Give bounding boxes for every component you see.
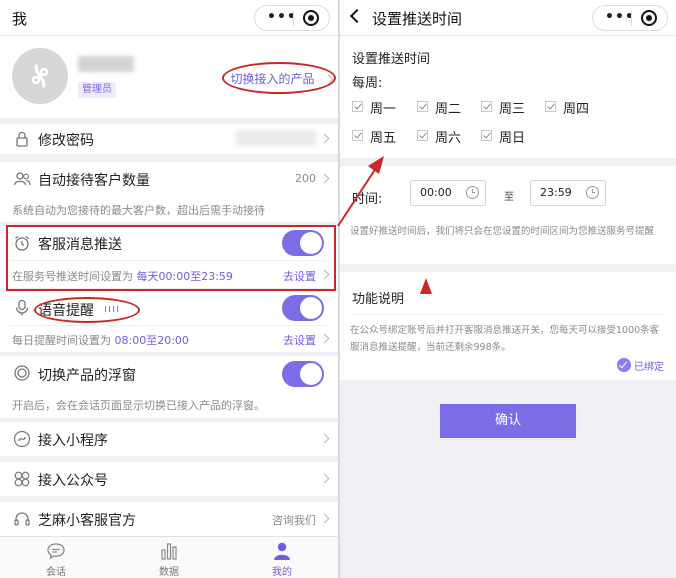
official-account-label: 接入公众号 — [38, 473, 108, 489]
float-window-toggle[interactable] — [282, 361, 324, 387]
start-time-picker[interactable]: 00:00 — [410, 180, 486, 206]
voice-desc: 每日提醒时间设置为 08:00至20:00 — [12, 334, 189, 347]
menu-capsule: ••• — [254, 5, 330, 31]
clock-icon — [586, 186, 599, 199]
lock-icon — [16, 131, 28, 147]
close-target-icon[interactable] — [303, 10, 319, 26]
page-title: 我 — [12, 10, 28, 28]
auto-reception-desc: 系统自动为您接待的最大客户数，超出后需手动接待 — [12, 204, 265, 217]
auto-reception-value: 200 — [295, 172, 316, 185]
end-time-value: 23:59 — [540, 186, 572, 199]
voice-settings-link[interactable]: 去设置 — [283, 332, 316, 348]
official-contact-label: 芝麻小客服官方 — [38, 513, 136, 529]
weekly-label: 每周: — [352, 76, 383, 91]
checkbox[interactable] — [417, 101, 428, 112]
change-password-label: 修改密码 — [38, 133, 94, 149]
bar-chart-icon — [161, 543, 177, 560]
tab-data[interactable]: 数据 — [113, 537, 225, 578]
chevron-right-icon — [319, 173, 330, 184]
to-label: 至 — [504, 192, 514, 203]
time-note: 设置好推送时间后，我们将只会在您设置的时间区间为您推送服务号提醒 — [350, 226, 655, 237]
users-icon — [13, 172, 31, 186]
menu-capsule: ••• — [592, 5, 668, 31]
voice-toggle[interactable] — [282, 295, 324, 321]
section-title: 设置推送时间 — [352, 52, 431, 67]
bound-status: 已绑定 — [634, 362, 664, 373]
blurred-value — [236, 130, 316, 146]
official-contact-value: 咨询我们 — [272, 514, 316, 527]
chevron-right-icon — [319, 333, 330, 344]
checkbox[interactable] — [352, 130, 363, 141]
left-phone-screen: 我 ••• 管理员 切换接入的产品 修改密码 自动接待客户数量 200 系统自动… — [0, 0, 338, 578]
chevron-right-icon — [319, 473, 330, 484]
top-navbar: 我 ••• — [0, 0, 338, 36]
feature-card: 功能说明 在公众号绑定账号后并打开客服消息推送开关，您每天可以接受1000条客服… — [340, 272, 676, 380]
highlight-oval — [222, 62, 336, 94]
mini-program-label: 接入小程序 — [38, 433, 108, 449]
circle-icon — [14, 365, 30, 381]
time-card: 时间: 00:00 至 23:59 设置好推送时间后，我们将只会在您设置的时间区… — [340, 166, 676, 264]
checkbox[interactable] — [481, 101, 492, 112]
page-title: 设置推送时间 — [372, 10, 463, 28]
highlight-box — [6, 225, 336, 291]
float-window-row: 切换产品的浮窗 开启后，会在会话页面显示切换已接入产品的浮窗。 — [0, 356, 338, 418]
checkbox[interactable] — [417, 130, 428, 141]
link-logo-icon — [31, 64, 49, 88]
official-contact-row[interactable]: 芝麻小客服官方 咨询我们 — [0, 502, 338, 536]
time-label: 时间: — [352, 192, 383, 207]
top-navbar: 设置推送时间 ••• — [340, 0, 676, 36]
highlight-oval — [34, 297, 140, 323]
float-window-label: 切换产品的浮窗 — [38, 368, 136, 384]
official-account-row[interactable]: 接入公众号 — [0, 462, 338, 496]
change-password-row[interactable]: 修改密码 — [0, 124, 338, 154]
feature-title: 功能说明 — [352, 292, 405, 307]
start-time-value: 00:00 — [420, 186, 452, 199]
feature-text: 在公众号绑定账号后并打开客服消息推送开关，您每天可以接受1000条客服消息推送提… — [350, 325, 660, 353]
right-phone-screen: 设置推送时间 ••• 设置推送时间 每周: 周一 周二 周三 周四 周五 周六 … — [340, 0, 676, 578]
auto-reception-row[interactable]: 自动接待客户数量 200 系统自动为您接待的最大客户数，超出后需手动接待 — [0, 162, 338, 222]
tab-me[interactable]: 我的 — [226, 537, 338, 578]
weekday-card: 设置推送时间 每周: 周一 周二 周三 周四 周五 周六 周日 — [340, 36, 676, 158]
chevron-right-icon — [319, 133, 330, 144]
avatar[interactable] — [12, 48, 68, 104]
chat-icon — [47, 543, 65, 560]
bottom-tab-bar: 会话 数据 我的 — [0, 536, 338, 578]
auto-reception-label: 自动接待客户数量 — [38, 173, 150, 189]
person-icon — [274, 542, 290, 560]
tab-chat[interactable]: 会话 — [0, 537, 112, 578]
confirm-button[interactable]: 确认 — [440, 404, 576, 438]
float-window-desc: 开启后，会在会话页面显示切换已接入产品的浮窗。 — [12, 399, 265, 412]
back-arrow-icon[interactable] — [349, 8, 365, 24]
close-target-icon[interactable] — [641, 10, 657, 26]
chevron-right-icon — [319, 433, 330, 444]
mini-program-icon — [13, 430, 31, 448]
microphone-icon — [15, 299, 29, 316]
check-circle-icon — [617, 358, 631, 372]
chevron-right-icon — [319, 513, 330, 524]
end-time-picker[interactable]: 23:59 — [530, 180, 606, 206]
mini-program-row[interactable]: 接入小程序 — [0, 422, 338, 456]
clock-icon — [466, 186, 479, 199]
role-badge: 管理员 — [78, 82, 116, 98]
official-account-icon — [14, 471, 30, 487]
headset-icon — [14, 512, 30, 526]
checkbox[interactable] — [481, 130, 492, 141]
blurred-username — [78, 56, 134, 72]
checkbox[interactable] — [352, 101, 363, 112]
checkbox[interactable] — [545, 101, 556, 112]
